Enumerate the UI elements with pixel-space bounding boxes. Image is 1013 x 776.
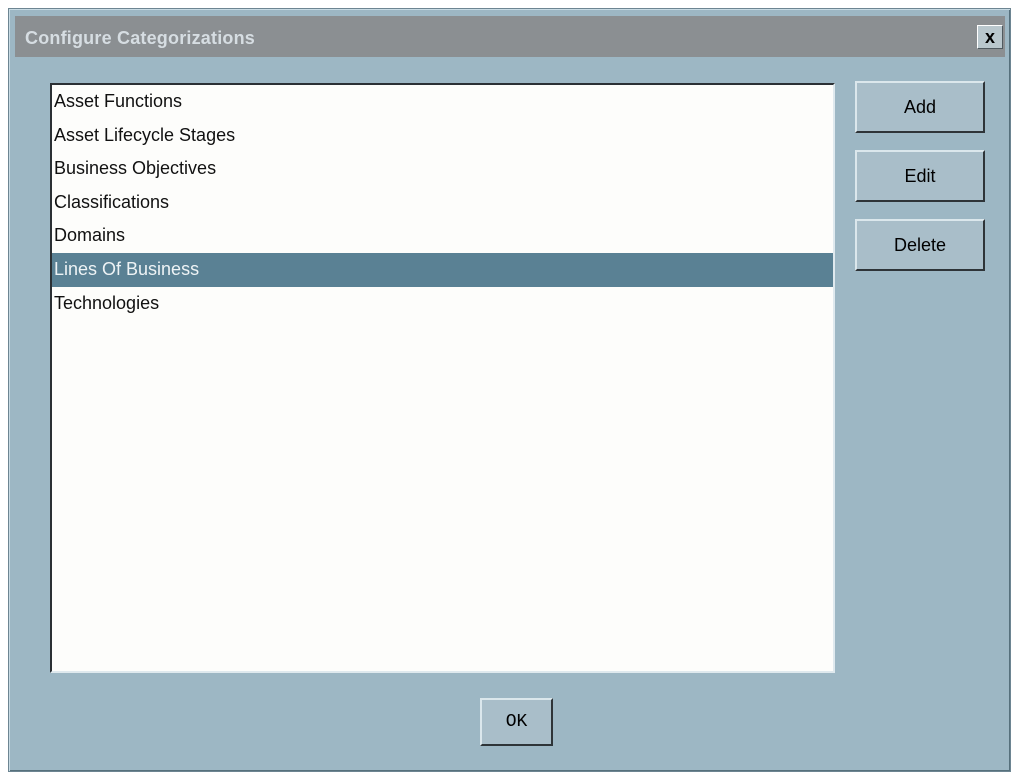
- ok-button[interactable]: OK: [480, 698, 553, 746]
- add-button[interactable]: Add: [855, 81, 985, 133]
- configure-categorizations-dialog: Configure Categorizations x Asset Functi…: [8, 8, 1011, 772]
- list-item[interactable]: Classifications: [52, 186, 833, 220]
- delete-button[interactable]: Delete: [855, 219, 985, 271]
- title-bar: Configure Categorizations x: [15, 16, 1005, 57]
- dialog-title: Configure Categorizations: [25, 28, 256, 48]
- list-item[interactable]: Asset Lifecycle Stages: [52, 119, 833, 153]
- categorization-list[interactable]: Asset Functions Asset Lifecycle Stages B…: [50, 83, 835, 673]
- list-item[interactable]: Asset Functions: [52, 85, 833, 119]
- list-item[interactable]: Business Objectives: [52, 152, 833, 186]
- list-item[interactable]: Technologies: [52, 287, 833, 321]
- close-icon[interactable]: x: [977, 25, 1003, 49]
- list-item[interactable]: Domains: [52, 219, 833, 253]
- edit-button[interactable]: Edit: [855, 150, 985, 202]
- list-item-selected[interactable]: Lines Of Business: [52, 252, 833, 287]
